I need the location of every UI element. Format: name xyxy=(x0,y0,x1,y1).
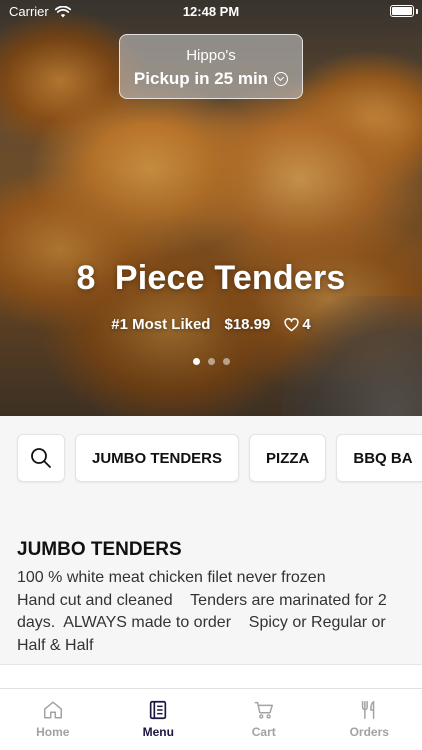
tab-orders[interactable]: Orders xyxy=(317,689,422,750)
store-name: Hippo's xyxy=(186,47,236,64)
search-button[interactable] xyxy=(17,434,65,482)
battery-icon xyxy=(390,5,414,17)
section-description: 100 % white meat chicken filet never fro… xyxy=(17,569,387,654)
hero-image[interactable]: Carrier 12:48 PM Hippo's Pickup in 25 mi… xyxy=(0,0,422,416)
tab-label: Home xyxy=(36,725,70,739)
battery-nub xyxy=(416,9,418,14)
tab-cart[interactable]: Cart xyxy=(211,689,317,750)
home-icon xyxy=(43,701,62,719)
featured-item-meta: #1 Most Liked $18.99 4 xyxy=(0,316,422,333)
menu-item-card[interactable] xyxy=(0,664,422,688)
category-chip-bbq[interactable]: BBQ BA xyxy=(336,434,422,482)
category-chip-jumbo-tenders[interactable]: JUMBO TENDERS xyxy=(75,434,240,482)
carousel-dot[interactable] xyxy=(222,358,230,365)
category-chip-pizza[interactable]: PIZZA xyxy=(249,434,327,482)
item-price: $18.99 xyxy=(224,316,271,333)
tab-bar: Home Menu Cart Orders xyxy=(0,688,422,750)
tab-label: Orders xyxy=(349,725,389,739)
heart-icon xyxy=(284,317,299,331)
status-bar: Carrier 12:48 PM xyxy=(0,0,422,22)
fork-knife-icon xyxy=(362,701,375,719)
section-title: JUMBO TENDERS xyxy=(17,539,182,560)
chevron-down-circle-icon xyxy=(274,72,289,86)
menu-icon xyxy=(150,700,167,720)
featured-item-title[interactable]: 8 Piece Tenders xyxy=(0,259,422,298)
cart-icon xyxy=(254,701,273,719)
carousel-dot[interactable] xyxy=(207,358,215,365)
tab-label: Menu xyxy=(142,725,174,739)
likes[interactable]: 4 xyxy=(284,316,311,333)
popularity-badge: #1 Most Liked xyxy=(111,316,211,333)
category-bar: JUMBO TENDERS PIZZA BBQ BA xyxy=(0,416,422,502)
search-icon xyxy=(31,448,51,468)
pickup-selector[interactable]: Hippo's Pickup in 25 min xyxy=(119,34,303,99)
category-row: JUMBO TENDERS PIZZA BBQ BA xyxy=(17,434,422,482)
tab-label: Cart xyxy=(251,725,276,739)
pickup-time: Pickup in 25 min xyxy=(133,69,269,88)
tab-menu[interactable]: Menu xyxy=(106,689,212,750)
carousel-dots[interactable] xyxy=(0,358,422,365)
pickup-time-row: Pickup in 25 min xyxy=(120,69,302,89)
carousel-dot[interactable] xyxy=(192,358,200,365)
status-time: 12:48 PM xyxy=(182,4,240,19)
tab-home[interactable]: Home xyxy=(0,689,106,750)
menu-section: JUMBO TENDERS 100 % white meat chicken f… xyxy=(0,502,422,664)
likes-count: 4 xyxy=(302,316,311,333)
